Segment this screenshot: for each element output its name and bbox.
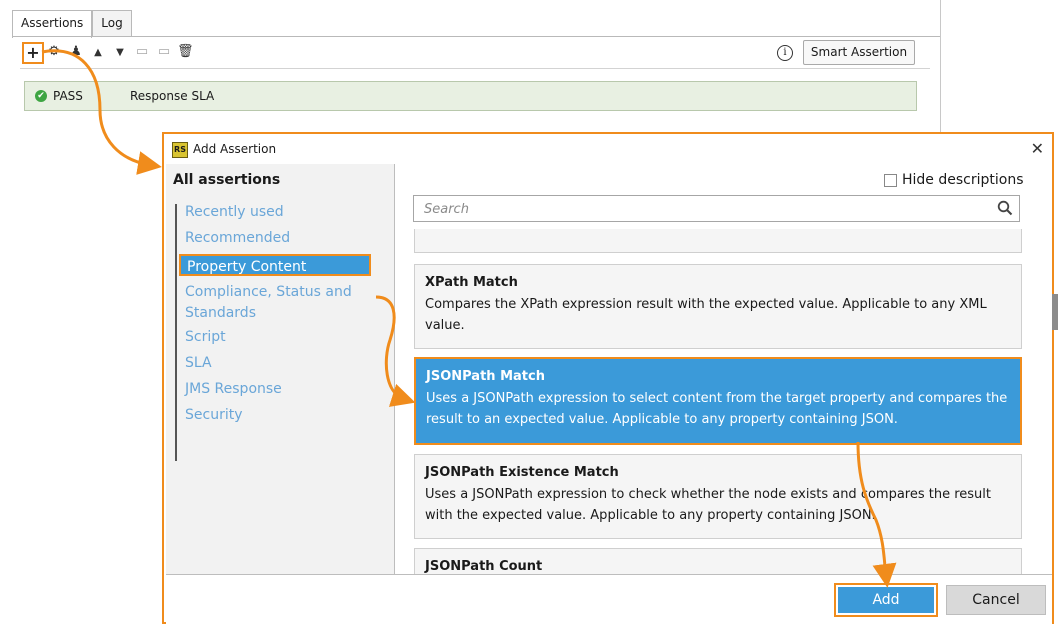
add-button[interactable]: Add — [834, 583, 938, 617]
group-icon[interactable]: ▭ — [134, 44, 150, 59]
category-sla[interactable]: SLA — [185, 355, 212, 371]
smart-assertion-button[interactable]: Smart Assertion — [803, 40, 915, 65]
assertion-title: JSONPath Existence Match — [425, 465, 619, 480]
category-recommended[interactable]: Recommended — [185, 230, 290, 246]
close-icon[interactable]: ✕ — [1031, 139, 1044, 158]
list-item-selected[interactable]: JSONPath Match Uses a JSONPath expressio… — [414, 357, 1022, 445]
ungroup-icon[interactable]: ▭ — [156, 44, 172, 59]
assertion-result-row[interactable]: ✔ PASS Response SLA — [24, 81, 917, 111]
add-icon[interactable]: + — [22, 42, 44, 64]
hide-descriptions-checkbox[interactable] — [884, 174, 897, 187]
configure-icon[interactable]: ⚙ — [46, 44, 62, 59]
list-item[interactable]: JSONPath Existence Match Uses a JSONPath… — [414, 454, 1022, 539]
add-button-label: Add — [838, 587, 934, 613]
move-up-icon[interactable]: ▲ — [90, 47, 106, 58]
assertions-list: XPath Match Compares the XPath expressio… — [395, 229, 1039, 574]
category-jms-response[interactable]: JMS Response — [185, 381, 282, 397]
category-security[interactable]: Security — [185, 407, 243, 423]
assertion-description: Uses a JSONPath expression to select con… — [426, 391, 1008, 427]
assertion-name: Response SLA — [130, 89, 215, 103]
scrollbar-thumb[interactable] — [1052, 294, 1058, 330]
category-compliance[interactable]: Compliance, Status and Standards — [185, 282, 365, 324]
add-assertion-dialog: RS Add Assertion ✕ All assertions Recent… — [162, 132, 1058, 625]
assertion-title: JSONPath Match — [426, 369, 545, 384]
toolbar-divider — [20, 68, 930, 69]
category-property-content[interactable]: Property Content — [179, 254, 371, 276]
assertions-toolbar: + ⚙ ♟ ▲ ▼ ▭ ▭ 🗑 i Smart Assertion — [20, 40, 930, 66]
search-input[interactable]: Search — [413, 195, 1020, 222]
delete-icon[interactable]: 🗑 — [177, 44, 194, 59]
info-icon[interactable]: i — [777, 45, 793, 61]
list-item[interactable] — [414, 229, 1022, 253]
cancel-button[interactable]: Cancel — [946, 585, 1046, 615]
category-script[interactable]: Script — [185, 329, 226, 345]
move-down-icon[interactable]: ▼ — [112, 47, 128, 58]
categories-header: All assertions — [173, 172, 281, 188]
tab-assertions[interactable]: Assertions — [12, 10, 93, 38]
dialog-title: Add Assertion — [193, 142, 277, 156]
dialog-title-bar: RS Add Assertion ✕ — [164, 134, 1052, 164]
search-icon[interactable] — [997, 200, 1013, 216]
tab-divider — [12, 36, 940, 37]
category-recently-used[interactable]: Recently used — [185, 204, 284, 220]
assertion-title: XPath Match — [425, 275, 518, 290]
list-item[interactable]: XPath Match Compares the XPath expressio… — [414, 264, 1022, 349]
check-icon: ✔ — [35, 90, 47, 102]
categories-list: Recently used Recommended Property Conte… — [175, 204, 387, 461]
assertion-description: Uses a JSONPath expression to check whet… — [425, 487, 992, 523]
list-item[interactable]: JSONPath Count — [414, 548, 1022, 574]
app-icon: RS — [172, 142, 188, 158]
tab-log[interactable]: Log — [92, 10, 132, 37]
status-badge: PASS — [53, 89, 83, 103]
clone-icon[interactable]: ♟ — [68, 44, 84, 59]
assertion-description: Compares the XPath expression result wit… — [425, 297, 987, 333]
search-placeholder: Search — [424, 202, 469, 217]
hide-descriptions-label: Hide descriptions — [902, 172, 1024, 188]
tab-bar: Assertions Log — [12, 10, 132, 38]
assertion-title: JSONPath Count — [425, 559, 543, 574]
dialog-footer: Add Cancel — [166, 574, 1052, 625]
